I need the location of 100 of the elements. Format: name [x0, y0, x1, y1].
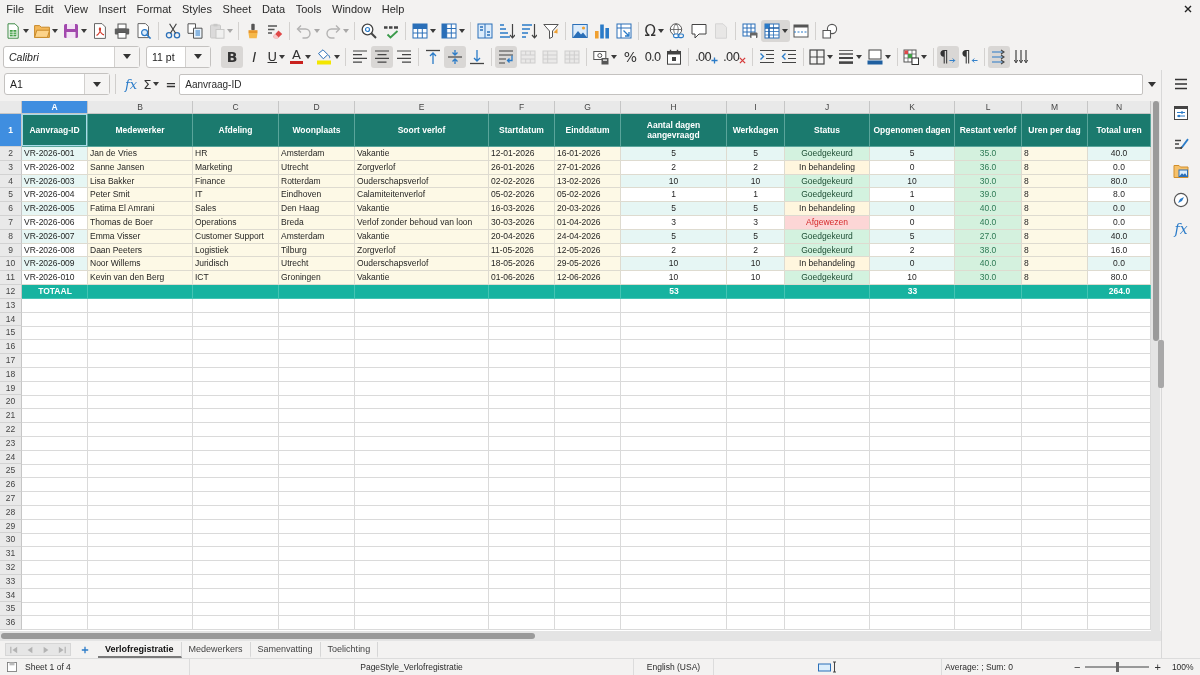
bold-button[interactable]: B	[221, 45, 243, 68]
column-header[interactable]: K	[870, 101, 955, 114]
column-header[interactable]: F	[489, 101, 555, 114]
add-decimal-button[interactable]: .00	[692, 45, 721, 68]
row-header[interactable]: 2	[0, 147, 22, 161]
italic-button[interactable]: I	[243, 45, 265, 68]
folder-image-icon[interactable]	[1173, 163, 1189, 179]
dropdown-button[interactable]	[185, 46, 210, 67]
column-header[interactable]: C	[193, 101, 279, 114]
sidebar-handle[interactable]	[1158, 340, 1164, 388]
menu-item[interactable]: View	[58, 3, 94, 15]
table-cell: 30.0	[955, 271, 1022, 285]
menu-item[interactable]: Window	[326, 3, 377, 15]
align-center-button[interactable]	[371, 45, 394, 68]
plus-icon[interactable]	[81, 645, 89, 654]
compass-icon[interactable]	[1173, 192, 1189, 208]
dropdown-button[interactable]	[84, 74, 109, 94]
column-header[interactable]: G	[555, 101, 621, 114]
horizontal-scrollbar[interactable]	[0, 631, 1161, 641]
expand-caret-icon[interactable]	[1148, 81, 1156, 87]
column-header[interactable]: B	[88, 101, 193, 114]
table-cell: 8	[1022, 147, 1088, 161]
font-size-field[interactable]: 11 pt	[146, 45, 211, 68]
properties-icon[interactable]	[1173, 105, 1189, 121]
font-name-field[interactable]: Calibri	[3, 45, 140, 68]
selection-mode-icon[interactable]	[817, 661, 838, 673]
zoom-level: 100%	[1171, 662, 1194, 672]
column-header[interactable]: H	[621, 101, 727, 114]
right-to-left-button[interactable]: ¶	[958, 45, 981, 68]
menu-item[interactable]: Data	[256, 3, 291, 15]
spreadsheet-icon	[4, 22, 21, 39]
row-header[interactable]: 31	[0, 547, 22, 561]
menu-item[interactable]: Sheet	[217, 3, 257, 15]
row-header[interactable]: 25	[0, 464, 22, 479]
text-horizontal-button[interactable]	[987, 45, 1010, 68]
sheet-tab[interactable]: Medewerkers	[181, 641, 251, 658]
speech-bubble-icon	[691, 22, 708, 39]
row-header[interactable]: 16	[0, 340, 22, 354]
row-header[interactable]: 11	[0, 271, 22, 285]
menu-item[interactable]: Styles	[176, 3, 218, 15]
percent-format-button[interactable]: %	[619, 45, 642, 68]
row-header[interactable]: 26	[0, 478, 22, 492]
menu-item[interactable]: Edit	[29, 3, 59, 15]
column-header[interactable]: L	[955, 101, 1022, 114]
left-to-right-button[interactable]: ¶	[936, 45, 959, 68]
table-cell: 8	[1022, 202, 1088, 216]
zoom-in-button[interactable]: +	[1152, 661, 1163, 673]
vertical-scrollbar[interactable]	[1151, 101, 1160, 631]
table-cell: VR-2026-005	[22, 202, 88, 216]
menu-item[interactable]: Tools	[290, 3, 327, 15]
column-header[interactable]: I	[727, 101, 785, 114]
sheet-tab[interactable]: Toelichting	[320, 641, 379, 658]
caret-icon	[51, 28, 58, 33]
scroll-thumb[interactable]	[1, 633, 535, 639]
table-cell: Kevin van den Berg	[88, 271, 193, 285]
formula-button[interactable]: =	[162, 74, 180, 94]
table-cell: 10	[727, 271, 785, 285]
dropdown-button[interactable]	[114, 46, 139, 67]
document-magnifier-icon	[136, 22, 152, 39]
row-header[interactable]: 10	[0, 257, 22, 272]
slider-thumb[interactable]	[1115, 662, 1119, 672]
column-header[interactable]: J	[785, 101, 870, 114]
caret-icon	[80, 28, 87, 33]
column-header[interactable]: E	[355, 101, 489, 114]
column-header[interactable]: N	[1088, 101, 1151, 114]
number-format-button[interactable]: 0.0	[641, 45, 664, 68]
name-box[interactable]: A1	[4, 73, 110, 95]
table-cell: 5	[727, 147, 785, 161]
function-wizard-button[interactable]: fx	[122, 74, 141, 94]
row-header[interactable]: 20	[0, 395, 22, 410]
menu-item[interactable]: Format	[131, 3, 177, 15]
center-vertically-button[interactable]	[444, 45, 467, 68]
row-header[interactable]: 36	[0, 616, 22, 630]
row-header[interactable]: 35	[0, 602, 22, 617]
caret-icon	[194, 54, 202, 59]
zoom-out-button[interactable]: −	[1072, 661, 1083, 673]
sheet-tab[interactable]: Verlofregistratie	[98, 641, 182, 658]
column-header[interactable]: D	[279, 101, 355, 114]
menu-item[interactable]: File	[1, 3, 30, 15]
column-header[interactable]: M	[1022, 101, 1088, 114]
menu-item[interactable]: Help	[376, 3, 410, 15]
row-header[interactable]: 21	[0, 409, 22, 423]
row-header[interactable]: 5	[0, 188, 22, 203]
pdf-document-icon	[92, 22, 108, 39]
special-character-button[interactable]: Ω	[642, 19, 667, 42]
row-header[interactable]: 6	[0, 202, 22, 216]
row-header[interactable]: 30	[0, 533, 22, 548]
row-header[interactable]: 15	[0, 326, 22, 341]
freeze-button[interactable]	[761, 19, 791, 42]
underline-button[interactable]: U	[265, 45, 288, 68]
delete-decimal-button[interactable]: .00	[720, 45, 749, 68]
sheet-tab[interactable]: Samenvatting	[250, 641, 321, 658]
scroll-thumb[interactable]	[1152, 101, 1159, 341]
font-color-button[interactable]: A	[287, 45, 314, 68]
sum-button[interactable]: Σ	[140, 74, 163, 94]
functions-button[interactable]: fx	[1174, 221, 1188, 237]
menu-item[interactable]: Insert	[93, 3, 132, 15]
close-icon[interactable]	[1184, 5, 1192, 13]
menu-icon[interactable]	[1173, 76, 1189, 92]
formula-input[interactable]: Aanvraag-ID	[179, 73, 1143, 95]
